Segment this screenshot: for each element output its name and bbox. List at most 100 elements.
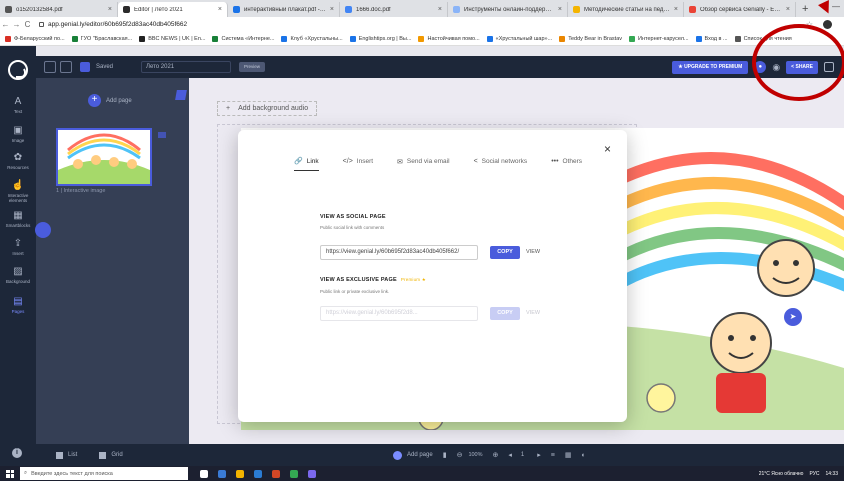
bottom-add-page-button[interactable]: Add page (393, 450, 433, 460)
chrome-icon[interactable] (290, 469, 298, 478)
page-thumbnail[interactable] (56, 128, 152, 186)
bookmark-item[interactable]: BBC NEWS | UK | En... (139, 35, 205, 42)
bookmark-label: Teddy Bear in Brastav (568, 35, 623, 42)
bookmark-item[interactable]: Интернет-карусел... (629, 35, 689, 42)
browser-tab[interactable]: интерактивный плакат.pdf - G... × (228, 2, 340, 17)
sidebar-item-pages[interactable]: ▤ Pages (0, 296, 36, 314)
view-switcher: List Grid (36, 444, 189, 466)
exclusive-section-title: VIEW AS EXCLUSIVE PAGE Premium ★ (320, 277, 426, 283)
share-tab-insert[interactable]: </> Insert (343, 157, 373, 171)
share-tab-social-networks[interactable]: < Social networks (474, 157, 528, 171)
sidebar-item-text[interactable]: A Text (0, 96, 36, 114)
back-icon[interactable]: ← (0, 20, 11, 29)
sidebar-icon: ✿ (13, 152, 23, 163)
share-tab-icon: 🔗 (294, 158, 303, 165)
send-icon[interactable]: ➤ (784, 308, 802, 326)
bookmark-item[interactable]: «Хрустальный шар»... (486, 35, 553, 42)
view-grid-label: Grid (111, 452, 123, 458)
share-tab-send-via-email[interactable]: ✉ Send via email (397, 157, 450, 171)
tab-title: интерактивный плакат.pdf - G... (244, 6, 326, 13)
bookmark-item[interactable]: Teddy Bear in Brastav (559, 35, 623, 42)
sidebar-item-image[interactable]: ▣ Image (0, 125, 36, 143)
tab-close-icon[interactable]: × (786, 6, 790, 13)
close-icon[interactable]: × (604, 142, 611, 156)
bookmark-item[interactable]: Englishtips.org | Вы... (349, 35, 411, 42)
browser-tab[interactable]: 1666.doc.pdf × (340, 2, 448, 17)
bookmark-label: Ф-Беларусский по... (14, 35, 65, 42)
bookmark-favicon-icon (281, 35, 288, 42)
social-copy-button[interactable]: COPY (490, 246, 520, 259)
url-field[interactable]: app.genial.ly/editor/60b695f2d83ac40db40… (39, 21, 806, 28)
new-tab-icon[interactable]: + (802, 2, 808, 17)
tab-close-icon[interactable]: × (438, 6, 442, 13)
bookmark-item[interactable]: Вход в ... (695, 35, 728, 42)
forward-icon[interactable]: → (11, 20, 22, 29)
tab-title: Методические статьи на педа... (584, 6, 670, 13)
bookmark-item[interactable]: ГУО "Браславская... (71, 35, 133, 42)
info-icon[interactable]: i (12, 448, 22, 458)
tab-close-icon[interactable]: × (330, 6, 334, 13)
sidebar-item-background[interactable]: ▨ Background (0, 266, 36, 284)
grid-view-icon[interactable]: ▦ (565, 451, 572, 459)
genially-logo[interactable] (8, 60, 28, 80)
view-list-button[interactable]: List (56, 451, 77, 459)
tab-close-icon[interactable]: × (674, 6, 678, 13)
browser-tab[interactable]: Инструменты онлайн-поддерж... × (448, 2, 568, 17)
tab-favicon-icon (689, 6, 696, 13)
bookmark-label: «Хрустальный шар»... (495, 35, 553, 42)
windows-start-icon[interactable] (6, 469, 14, 478)
trash-icon[interactable]: ▮ (443, 451, 447, 459)
task-view-icon[interactable] (200, 469, 208, 478)
bookmark-item[interactable]: Клуб «Хрустальны... (281, 35, 343, 42)
bookmark-item[interactable]: Ф-Беларусский по... (5, 35, 65, 42)
taskbar-search-box[interactable]: ⌕ Введите здесь текст для поиска (20, 467, 188, 480)
windows-taskbar: ⌕ Введите здесь текст для поиска 21°C Яс… (0, 466, 844, 481)
tab-title: Инструменты онлайн-поддерж... (464, 6, 554, 13)
view-grid-button[interactable]: Grid (99, 451, 123, 459)
zoom-in-icon[interactable]: ⊕ (493, 451, 499, 459)
profile-avatar[interactable] (823, 20, 832, 29)
prev-page-icon[interactable]: ◂ (508, 451, 512, 459)
edge-icon[interactable] (218, 469, 226, 478)
language-indicator[interactable]: РУС (809, 471, 819, 477)
social-link-field[interactable]: https://view.genial.ly/60b695f2d83ac40db… (320, 245, 478, 260)
add-background-audio-button[interactable]: + Add background audio (217, 101, 318, 116)
interactive-hotspot-left[interactable] (35, 222, 51, 238)
browser-tab[interactable]: Методические статьи на педа... × (568, 2, 684, 17)
project-title-input[interactable]: Лето 2021 (141, 61, 232, 73)
browser-tab[interactable]: Обзор сервиса Genially - Edu... × (684, 2, 796, 17)
undo-icon[interactable] (44, 61, 56, 73)
tab-close-icon[interactable]: × (558, 6, 562, 13)
sidebar-item-interactive-elements[interactable]: ☝ Interactive elements (0, 180, 36, 203)
explorer-icon[interactable] (236, 469, 244, 478)
bookmark-label: ГУО "Браславская... (80, 35, 133, 42)
sidebar-icon: ⇪ (13, 238, 23, 249)
preview-button[interactable]: Preview (239, 62, 266, 72)
bookmark-item[interactable]: Система «Интерне... (212, 35, 274, 42)
add-page-button[interactable]: + Add page (88, 94, 132, 107)
share-tab-link[interactable]: 🔗 Link (294, 157, 319, 171)
powerpoint-icon[interactable] (272, 469, 280, 478)
sidebar-item-resources[interactable]: ✿ Resources (0, 152, 36, 170)
bookmarks-bar: Ф-Беларусский по... ГУО "Браславская... BB… (0, 32, 844, 46)
tab-favicon-icon (453, 6, 460, 13)
bookmark-item[interactable]: Настойчивая помо... (418, 35, 480, 42)
sidebar-item-smartblocks[interactable]: ▦ Smartblocks (0, 210, 36, 228)
redo-icon[interactable] (60, 61, 72, 73)
zoom-out-icon[interactable]: ⊖ (457, 451, 463, 459)
align-icon[interactable]: ≡ (551, 452, 555, 459)
layers-icon[interactable]: ◐ (581, 452, 585, 459)
sidebar-item-insert[interactable]: ⇪ Insert (0, 238, 36, 256)
browser-tab[interactable]: o1520132584.pdf × (0, 2, 118, 17)
share-tab-others[interactable]: ••• Others (551, 157, 582, 171)
social-view-link[interactable]: VIEW (526, 249, 540, 255)
next-page-icon[interactable]: ▸ (537, 451, 541, 459)
tab-close-icon[interactable]: × (218, 6, 222, 13)
tab-close-icon[interactable]: × (108, 6, 112, 13)
share-tab-label: Insert (356, 158, 374, 165)
word-icon[interactable] (254, 469, 262, 478)
app-icon[interactable] (308, 469, 316, 478)
browser-tab[interactable]: Editor | Лето 2021 × (118, 2, 228, 17)
reload-icon[interactable]: C (22, 20, 33, 29)
upgrade-button[interactable]: ★ UPGRADE TO PREMIUM (672, 60, 749, 74)
